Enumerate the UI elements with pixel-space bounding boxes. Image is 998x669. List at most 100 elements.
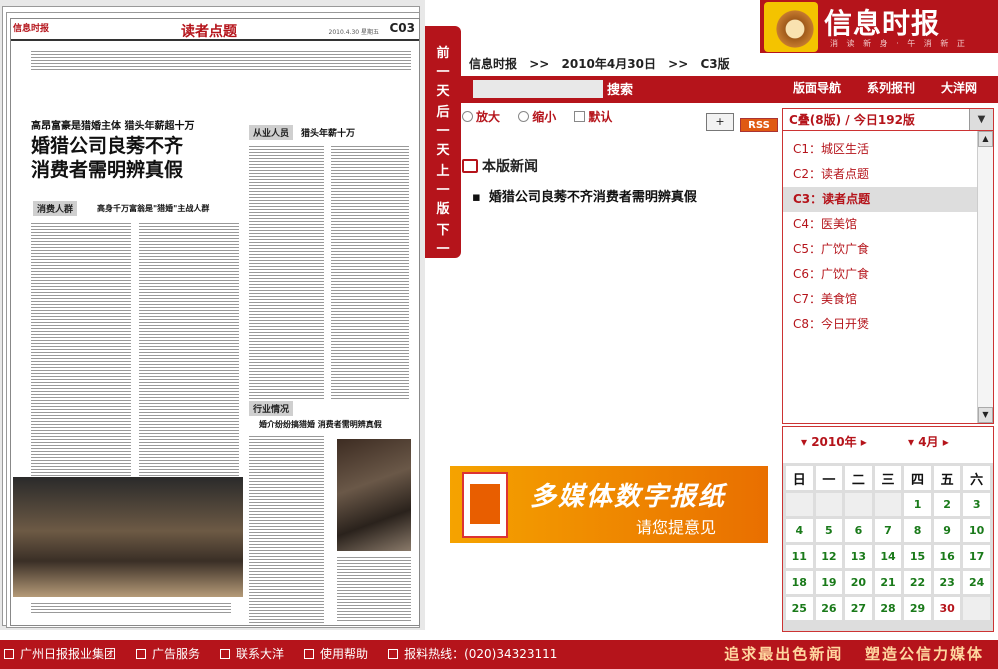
default-zoom-button[interactable]: 默认 xyxy=(574,108,612,125)
site-logo[interactable]: 信息时报 消 读 新 身 · 午 消 新 正 xyxy=(760,0,998,53)
breadcrumb-site[interactable]: 信息时报 xyxy=(469,57,517,71)
newspaper-page[interactable]: 信息时报 读者点题 2010.4.30 星期五 C03 高昂富豪是猎婚主体 猎头… xyxy=(10,18,420,626)
section-item[interactable]: C2：读者点题 xyxy=(783,162,977,187)
calendar-day[interactable]: 14 xyxy=(874,545,902,568)
newspaper-preview[interactable]: 信息时报 读者点题 2010.4.30 星期五 C03 高昂富豪是猎婚主体 猎头… xyxy=(0,0,425,630)
logo-tagline: 消 读 新 身 · 午 消 新 正 xyxy=(830,39,968,48)
calendar-empty-cell xyxy=(845,493,872,516)
calendar-day[interactable]: 18 xyxy=(786,571,813,594)
calendar-day[interactable]: 24 xyxy=(963,571,990,594)
chevron-down-icon[interactable]: ▼ xyxy=(969,109,993,130)
prev-day-link[interactable]: 前一天 xyxy=(425,42,461,99)
calendar-day[interactable]: 20 xyxy=(845,571,872,594)
breadcrumb-edition: C3版 xyxy=(700,57,730,71)
column-text xyxy=(249,144,324,399)
footer-link[interactable]: 使用帮助 xyxy=(304,647,368,661)
edition-news: 本版新闻 婚猎公司良莠不齐消费者需明辨真假 xyxy=(462,156,772,205)
checkbox-icon xyxy=(304,649,315,659)
section-select[interactable]: C叠(8版) / 今日192版 ▼ xyxy=(783,109,993,131)
rss-button[interactable]: RSS xyxy=(740,118,778,132)
calendar-day[interactable]: 13 xyxy=(845,545,872,568)
page-header: 信息时报 读者点题 2010.4.30 星期五 C03 xyxy=(11,19,419,41)
footer-slogan: 追求最出色新闻 塑造公信力媒体 xyxy=(724,645,984,663)
calendar-day[interactable]: 29 xyxy=(904,597,931,620)
calendar-day[interactable]: 7 xyxy=(874,519,902,542)
section-item[interactable]: C7：美食馆 xyxy=(783,287,977,312)
calendar-year[interactable]: ▾ 2010年 ▸ xyxy=(801,427,867,457)
calendar-day[interactable]: 28 xyxy=(874,597,902,620)
document-icon xyxy=(462,159,478,173)
calendar-day[interactable]: 26 xyxy=(815,597,843,620)
footer-link[interactable]: 广告服务 xyxy=(136,647,200,661)
section-scrollbar[interactable]: ▲ ▼ xyxy=(977,131,993,423)
calendar-day[interactable]: 9 xyxy=(933,519,961,542)
calendar-empty-cell xyxy=(874,493,902,516)
calendar-day[interactable]: 10 xyxy=(963,519,990,542)
search-button[interactable]: 搜索 xyxy=(607,79,633,98)
scroll-up-icon[interactable]: ▲ xyxy=(978,131,993,147)
calendar-day[interactable]: 23 xyxy=(933,571,961,594)
section-item[interactable]: C4：医美馆 xyxy=(783,212,977,237)
calendar-day[interactable]: 6 xyxy=(845,519,872,542)
section-item[interactable]: C3：读者点题 xyxy=(783,187,977,212)
digital-paper-banner[interactable]: 多媒体数字报纸 请您提意见 xyxy=(450,466,768,543)
zoom-in-button[interactable]: 放大 xyxy=(462,108,500,125)
nav-guide-link[interactable]: 版面导航 xyxy=(793,79,841,96)
label-consumer-title: 高身千万富翁是"猎婚"主战人群 xyxy=(97,203,210,213)
section-list: C1：城区生活 C2：读者点题 C3：读者点题 C4：医美馆 C5：广饮广食 C6：广饮广… xyxy=(783,137,977,337)
weekday-label: 五 xyxy=(933,466,961,490)
calendar-day[interactable]: 8 xyxy=(904,519,931,542)
intro-text xyxy=(31,49,411,71)
column-text xyxy=(337,555,411,623)
calendar-day[interactable]: 25 xyxy=(786,597,813,620)
prev-page-link[interactable]: 上一版 xyxy=(425,160,461,217)
photo-banquet xyxy=(13,477,243,597)
calendar-day[interactable]: 30 xyxy=(933,597,961,620)
calendar-day[interactable]: 19 xyxy=(815,571,843,594)
calendar-day[interactable]: 4 xyxy=(786,519,813,542)
logo-title: 信息时报 xyxy=(824,7,941,40)
nav-series-link[interactable]: 系列报刊 xyxy=(867,79,915,96)
add-favorite-button[interactable]: + xyxy=(706,113,734,131)
scroll-down-icon[interactable]: ▼ xyxy=(978,407,993,423)
calendar-day[interactable]: 11 xyxy=(786,545,813,568)
footer-link[interactable]: 广州日报报业集团 xyxy=(4,647,116,661)
calendar-day[interactable]: 12 xyxy=(815,545,843,568)
search-input[interactable] xyxy=(473,80,603,98)
weekday-label: 二 xyxy=(845,466,872,490)
calendar-day[interactable]: 2 xyxy=(933,493,961,516)
section-item[interactable]: C5：广饮广食 xyxy=(783,237,977,262)
calendar-day[interactable]: 15 xyxy=(904,545,931,568)
weekday-label: 六 xyxy=(963,466,990,490)
news-item-link[interactable]: 婚猎公司良莠不齐消费者需明辨真假 xyxy=(472,186,772,205)
photo-caption xyxy=(31,601,231,615)
nav-dayang-link[interactable]: 大洋网 xyxy=(941,79,977,96)
next-page-link[interactable]: 下一版 xyxy=(425,219,461,276)
calendar-day[interactable]: 16 xyxy=(933,545,961,568)
section-item[interactable]: C6：广饮广食 xyxy=(783,262,977,287)
section-item[interactable]: C8：今日开煲 xyxy=(783,312,977,337)
calendar-month[interactable]: ▾ 4月 ▸ xyxy=(908,427,949,457)
calendar-day[interactable]: 27 xyxy=(845,597,872,620)
zoom-out-button[interactable]: 缩小 xyxy=(518,108,556,125)
page-number: C03 xyxy=(389,21,415,35)
column-text xyxy=(139,221,239,481)
page-date: 2010.4.30 星期五 xyxy=(328,29,379,36)
calendar-day[interactable]: 1 xyxy=(904,493,931,516)
footer-link[interactable]: 联系大洋 xyxy=(220,647,284,661)
headline-line-1: 婚猎公司良莠不齐 xyxy=(31,135,184,157)
column-text xyxy=(331,144,409,399)
calendar-empty-cell xyxy=(786,493,813,516)
breadcrumb-date: 2010年4月30日 xyxy=(561,57,656,71)
column-text xyxy=(249,434,324,624)
breadcrumb-sep: >> xyxy=(529,57,550,71)
calendar-day[interactable]: 5 xyxy=(815,519,843,542)
footer-link[interactable]: 报料热线：(020)34323111 xyxy=(388,647,557,661)
section-item[interactable]: C1：城区生活 xyxy=(783,137,977,162)
calendar-day[interactable]: 21 xyxy=(874,571,902,594)
calendar-day[interactable]: 17 xyxy=(963,545,990,568)
column-text xyxy=(31,221,131,481)
calendar-day[interactable]: 22 xyxy=(904,571,931,594)
calendar-day[interactable]: 3 xyxy=(963,493,990,516)
next-day-link[interactable]: 后一天 xyxy=(425,101,461,158)
